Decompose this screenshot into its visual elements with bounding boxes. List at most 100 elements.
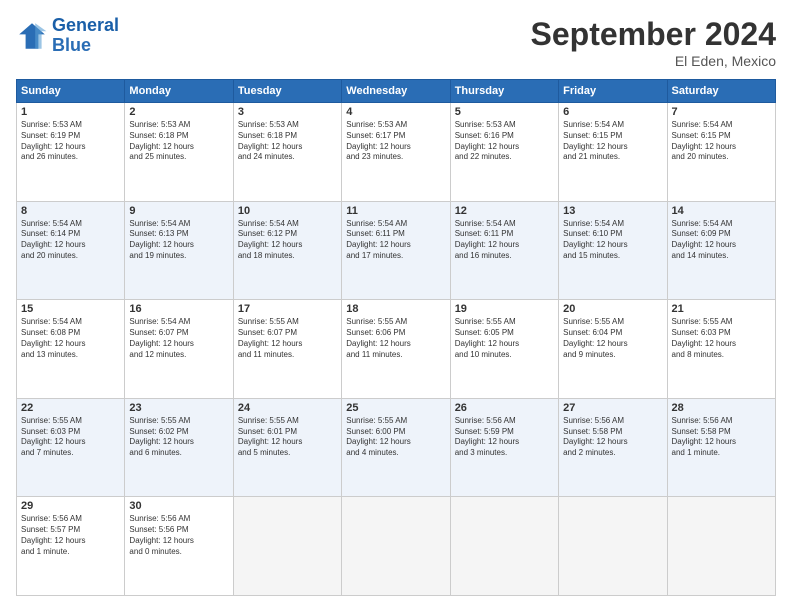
table-row: 18Sunrise: 5:55 AM Sunset: 6:06 PM Dayli… [342,300,450,399]
day-number: 25 [346,402,445,414]
table-row: 5Sunrise: 5:53 AM Sunset: 6:16 PM Daylig… [450,103,558,202]
day-number: 29 [21,500,120,512]
header: General Blue September 2024 El Eden, Mex… [16,16,776,69]
day-info: Sunrise: 5:54 AM Sunset: 6:13 PM Dayligh… [129,219,228,262]
day-number: 16 [129,303,228,315]
day-info: Sunrise: 5:53 AM Sunset: 6:17 PM Dayligh… [346,120,445,163]
table-row [559,497,667,596]
day-info: Sunrise: 5:55 AM Sunset: 6:03 PM Dayligh… [21,416,120,459]
table-row: 29 Sunrise: 5:56 AM Sunset: 5:57 PM Dayli… [17,497,125,596]
day-number: 6 [563,106,662,118]
day-number: 20 [563,303,662,315]
day-info: Sunrise: 5:53 AM Sunset: 6:18 PM Dayligh… [238,120,337,163]
logo-icon [16,20,48,52]
col-sunday: Sunday [17,80,125,103]
calendar-body: 1 Sunrise: 5:53 AM Sunset: 6:19 PM Daylig… [17,103,776,596]
day-info: Sunrise: 5:54 AM Sunset: 6:07 PM Dayligh… [129,317,228,360]
table-row: 16 Sunrise: 5:54 AM Sunset: 6:07 PM Dayli… [125,300,233,399]
day-number: 19 [455,303,554,315]
day-number: 1 [21,106,120,118]
day-info: Sunrise: 5:55 AM Sunset: 6:03 PM Dayligh… [672,317,771,360]
calendar-row: 29 Sunrise: 5:56 AM Sunset: 5:57 PM Dayli… [17,497,776,596]
table-row: 13 Sunrise: 5:54 AM Sunset: 6:10 PM Dayli… [559,201,667,300]
location-subtitle: El Eden, Mexico [531,53,776,69]
calendar-row: 15 Sunrise: 5:54 AM Sunset: 6:08 PM Dayli… [17,300,776,399]
table-row: 10Sunrise: 5:54 AM Sunset: 6:12 PM Dayli… [233,201,341,300]
day-number: 22 [21,402,120,414]
table-row: 4 Sunrise: 5:53 AM Sunset: 6:17 PM Daylig… [342,103,450,202]
page: General Blue September 2024 El Eden, Mex… [0,0,792,612]
day-info: Sunrise: 5:55 AM Sunset: 6:02 PM Dayligh… [129,416,228,459]
table-row [233,497,341,596]
day-number: 15 [21,303,120,315]
table-row: 9 Sunrise: 5:54 AM Sunset: 6:13 PM Daylig… [125,201,233,300]
table-row: 21 Sunrise: 5:55 AM Sunset: 6:03 PM Dayli… [667,300,775,399]
day-number: 17 [238,303,337,315]
day-number: 24 [238,402,337,414]
day-info: Sunrise: 5:56 AM Sunset: 5:56 PM Dayligh… [129,514,228,557]
logo-text: General Blue [52,16,119,56]
day-info: Sunrise: 5:54 AM Sunset: 6:08 PM Dayligh… [21,317,120,360]
day-number: 28 [672,402,771,414]
day-info: Sunrise: 5:56 AM Sunset: 5:57 PM Dayligh… [21,514,120,557]
logo-line1: General [52,15,119,35]
table-row: 11Sunrise: 5:54 AM Sunset: 6:11 PM Dayli… [342,201,450,300]
day-number: 21 [672,303,771,315]
day-number: 5 [455,106,554,118]
day-number: 9 [129,205,228,217]
day-number: 30 [129,500,228,512]
table-row: 27Sunrise: 5:56 AM Sunset: 5:58 PM Dayli… [559,398,667,497]
day-number: 11 [346,205,445,217]
day-info: Sunrise: 5:53 AM Sunset: 6:18 PM Dayligh… [129,120,228,163]
day-info: Sunrise: 5:54 AM Sunset: 6:12 PM Dayligh… [238,219,337,262]
table-row: 26 Sunrise: 5:56 AM Sunset: 5:59 PM Dayli… [450,398,558,497]
logo: General Blue [16,16,119,56]
table-row: 20 Sunrise: 5:55 AM Sunset: 6:04 PM Dayli… [559,300,667,399]
table-row: 19Sunrise: 5:55 AM Sunset: 6:05 PM Dayli… [450,300,558,399]
table-row [667,497,775,596]
calendar-row: 22 Sunrise: 5:55 AM Sunset: 6:03 PM Dayli… [17,398,776,497]
logo-line2: Blue [52,35,91,55]
table-row: 2Sunrise: 5:53 AM Sunset: 6:18 PM Daylig… [125,103,233,202]
col-wednesday: Wednesday [342,80,450,103]
calendar-row: 1 Sunrise: 5:53 AM Sunset: 6:19 PM Daylig… [17,103,776,202]
table-row: 30 Sunrise: 5:56 AM Sunset: 5:56 PM Dayli… [125,497,233,596]
table-row: 6 Sunrise: 5:54 AM Sunset: 6:15 PM Daylig… [559,103,667,202]
day-number: 12 [455,205,554,217]
table-row: 15 Sunrise: 5:54 AM Sunset: 6:08 PM Dayli… [17,300,125,399]
day-info: Sunrise: 5:53 AM Sunset: 6:19 PM Dayligh… [21,120,120,163]
table-row: 3 Sunrise: 5:53 AM Sunset: 6:18 PM Daylig… [233,103,341,202]
table-row: 22 Sunrise: 5:55 AM Sunset: 6:03 PM Dayli… [17,398,125,497]
table-row: 23Sunrise: 5:55 AM Sunset: 6:02 PM Dayli… [125,398,233,497]
day-info: Sunrise: 5:54 AM Sunset: 6:15 PM Dayligh… [672,120,771,163]
table-row: 7 Sunrise: 5:54 AM Sunset: 6:15 PM Daylig… [667,103,775,202]
day-info: Sunrise: 5:54 AM Sunset: 6:10 PM Dayligh… [563,219,662,262]
day-info: Sunrise: 5:54 AM Sunset: 6:14 PM Dayligh… [21,219,120,262]
day-info: Sunrise: 5:56 AM Sunset: 5:59 PM Dayligh… [455,416,554,459]
day-info: Sunrise: 5:55 AM Sunset: 6:04 PM Dayligh… [563,317,662,360]
calendar: Sunday Monday Tuesday Wednesday Thursday… [16,79,776,596]
title-block: September 2024 El Eden, Mexico [531,16,776,69]
day-number: 26 [455,402,554,414]
table-row: 1 Sunrise: 5:53 AM Sunset: 6:19 PM Daylig… [17,103,125,202]
col-tuesday: Tuesday [233,80,341,103]
day-number: 13 [563,205,662,217]
day-number: 3 [238,106,337,118]
day-info: Sunrise: 5:54 AM Sunset: 6:09 PM Dayligh… [672,219,771,262]
day-info: Sunrise: 5:55 AM Sunset: 6:01 PM Dayligh… [238,416,337,459]
day-info: Sunrise: 5:55 AM Sunset: 6:07 PM Dayligh… [238,317,337,360]
day-info: Sunrise: 5:55 AM Sunset: 6:06 PM Dayligh… [346,317,445,360]
table-row [342,497,450,596]
table-row: 17 Sunrise: 5:55 AM Sunset: 6:07 PM Dayli… [233,300,341,399]
month-title: September 2024 [531,16,776,53]
day-number: 7 [672,106,771,118]
day-info: Sunrise: 5:54 AM Sunset: 6:15 PM Dayligh… [563,120,662,163]
calendar-header-row: Sunday Monday Tuesday Wednesday Thursday… [17,80,776,103]
col-saturday: Saturday [667,80,775,103]
day-number: 27 [563,402,662,414]
day-info: Sunrise: 5:54 AM Sunset: 6:11 PM Dayligh… [455,219,554,262]
day-number: 14 [672,205,771,217]
table-row [450,497,558,596]
day-number: 4 [346,106,445,118]
day-number: 8 [21,205,120,217]
